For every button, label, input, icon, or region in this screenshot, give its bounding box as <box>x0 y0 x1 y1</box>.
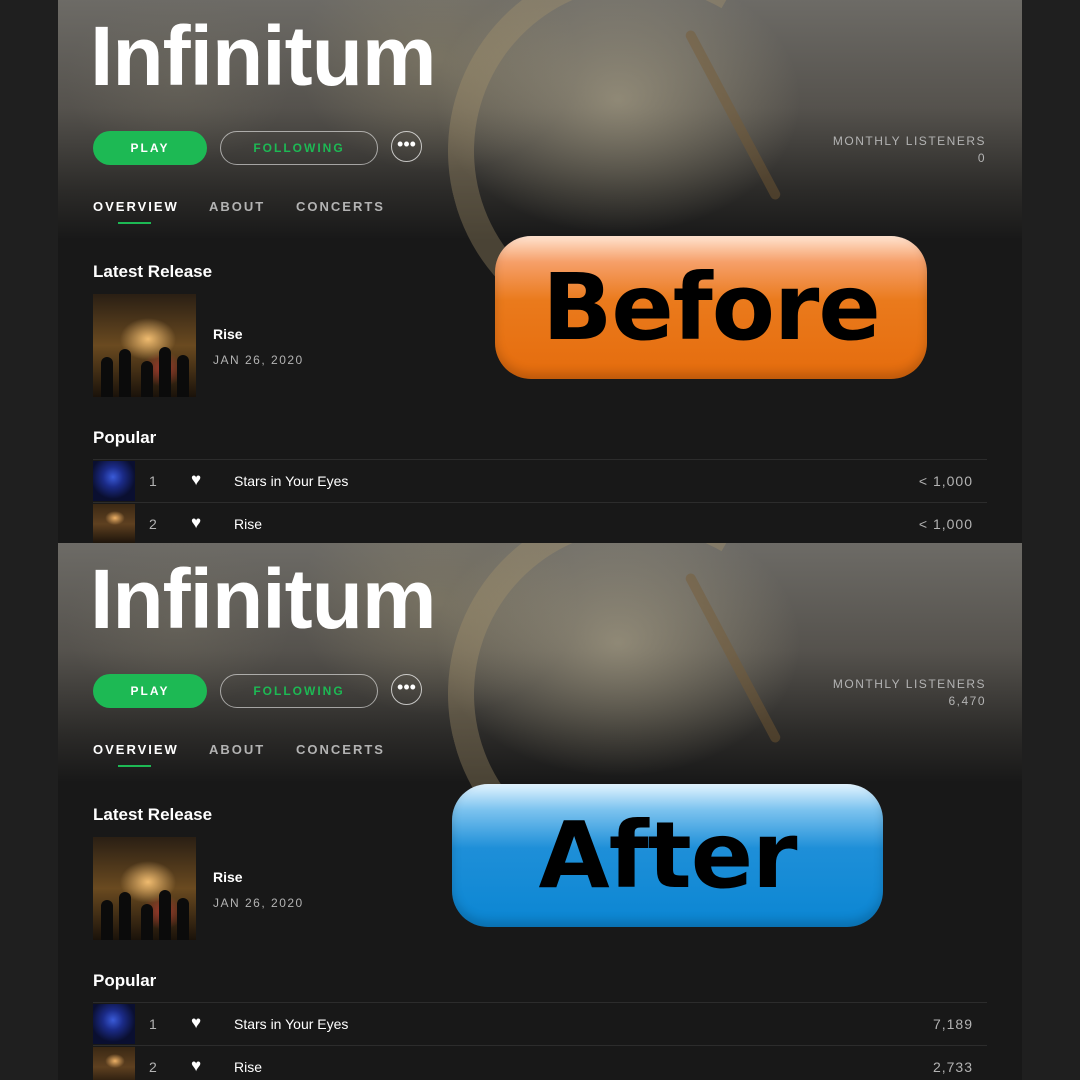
track-row[interactable]: 1 ♥ Stars in Your Eyes < 1,000 <box>93 459 987 502</box>
track-thumbnail <box>93 1047 135 1080</box>
track-thumbnail <box>93 1004 135 1044</box>
release-date: JAN 26, 2020 <box>213 896 304 910</box>
heart-icon[interactable]: ♥ <box>191 513 201 533</box>
album-cover[interactable] <box>93 294 196 397</box>
track-title[interactable]: Rise <box>234 1059 262 1075</box>
popular-heading: Popular <box>93 428 157 447</box>
tab-overview[interactable]: OVERVIEW <box>93 742 179 757</box>
track-number: 2 <box>149 1059 157 1075</box>
track-title[interactable]: Rise <box>234 516 262 532</box>
track-thumbnail <box>93 504 135 544</box>
active-tab-indicator <box>118 765 151 767</box>
popular-track-list: 1 ♥ Stars in Your Eyes < 1,000 2 ♥ Rise … <box>93 459 987 545</box>
following-button[interactable]: FOLLOWING <box>220 131 378 165</box>
tab-concerts[interactable]: CONCERTS <box>296 742 385 757</box>
track-row[interactable]: 2 ♥ Rise 2,733 <box>93 1045 987 1080</box>
heart-icon[interactable]: ♥ <box>191 1056 201 1076</box>
artist-name: Infinitum <box>90 552 437 646</box>
tab-about[interactable]: ABOUT <box>209 742 265 757</box>
monthly-listeners-value: 0 <box>977 151 986 165</box>
active-tab-indicator <box>118 222 151 224</box>
tab-overview[interactable]: OVERVIEW <box>93 199 179 214</box>
play-button[interactable]: PLAY <box>93 131 207 165</box>
popular-heading: Popular <box>93 971 157 990</box>
play-button[interactable]: PLAY <box>93 674 207 708</box>
track-play-count: 2,733 <box>932 1059 973 1075</box>
latest-release-heading: Latest Release <box>93 805 213 824</box>
after-badge: After <box>452 784 883 927</box>
before-badge: Before <box>495 236 927 379</box>
monthly-listeners-value: 6,470 <box>948 694 986 708</box>
artist-name: Infinitum <box>90 9 437 103</box>
monthly-listeners-label: MONTHLY LISTENERS <box>832 134 986 148</box>
tab-concerts[interactable]: CONCERTS <box>296 199 385 214</box>
latest-release-heading: Latest Release <box>93 262 213 281</box>
release-title[interactable]: Rise <box>213 869 243 885</box>
track-play-count: < 1,000 <box>918 473 973 489</box>
track-row[interactable]: 2 ♥ Rise < 1,000 <box>93 502 987 545</box>
album-cover[interactable] <box>93 837 196 940</box>
track-play-count: < 1,000 <box>918 516 973 532</box>
release-title[interactable]: Rise <box>213 326 243 342</box>
release-date: JAN 26, 2020 <box>213 353 304 367</box>
track-thumbnail <box>93 461 135 501</box>
heart-icon[interactable]: ♥ <box>191 470 201 490</box>
track-number: 1 <box>149 473 157 489</box>
track-number: 2 <box>149 516 157 532</box>
following-button[interactable]: FOLLOWING <box>220 674 378 708</box>
track-play-count: 7,189 <box>932 1016 973 1032</box>
track-title[interactable]: Stars in Your Eyes <box>234 1016 348 1032</box>
more-icon[interactable]: ••• <box>391 131 422 162</box>
tab-about[interactable]: ABOUT <box>209 199 265 214</box>
more-icon[interactable]: ••• <box>391 674 422 705</box>
track-number: 1 <box>149 1016 157 1032</box>
monthly-listeners-label: MONTHLY LISTENERS <box>832 677 986 691</box>
heart-icon[interactable]: ♥ <box>191 1013 201 1033</box>
track-row[interactable]: 1 ♥ Stars in Your Eyes 7,189 <box>93 1002 987 1045</box>
popular-track-list: 1 ♥ Stars in Your Eyes 7,189 2 ♥ Rise 2,… <box>93 1002 987 1080</box>
track-title[interactable]: Stars in Your Eyes <box>234 473 348 489</box>
